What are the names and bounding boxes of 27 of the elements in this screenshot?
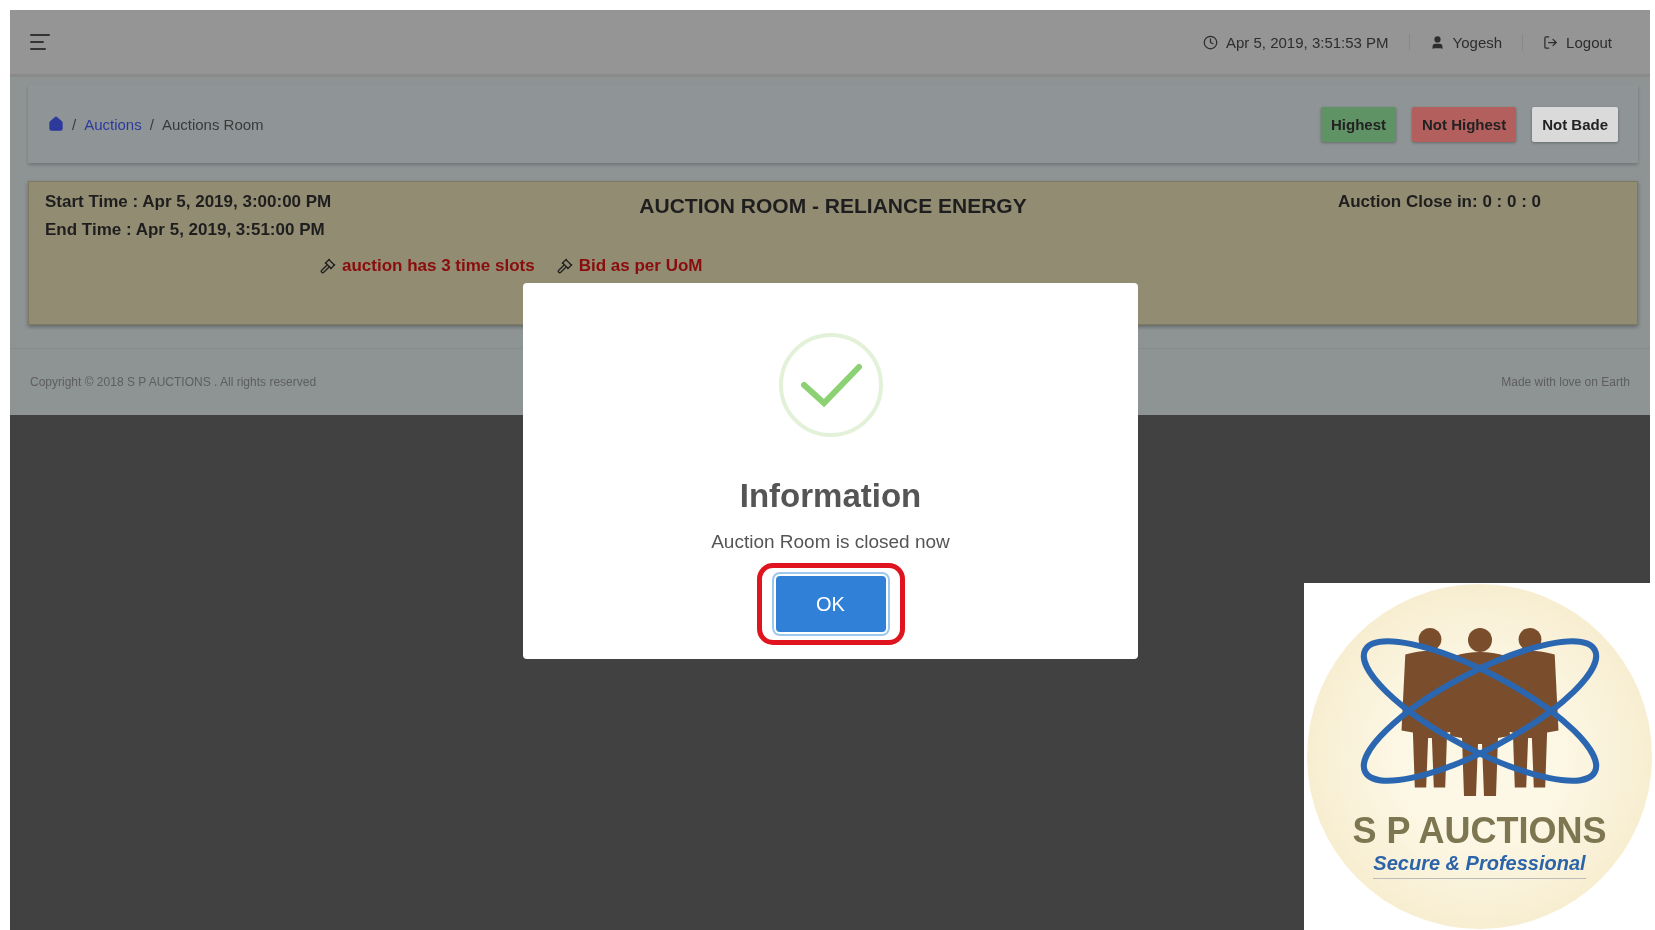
logo-name: S P AUCTIONS bbox=[1352, 810, 1607, 852]
legend-tag: Not Highest bbox=[1412, 106, 1517, 142]
user-name[interactable]: Yogesh bbox=[1452, 33, 1503, 51]
home-icon[interactable] bbox=[48, 116, 64, 132]
breadcrumb-separator: / bbox=[149, 115, 154, 133]
gavel-icon bbox=[556, 258, 573, 274]
date-time: Apr 5, 2019, 3:51:53 PM bbox=[1226, 33, 1389, 51]
gavel-icon bbox=[320, 258, 336, 274]
start-time: Start Time : Apr 5, 2019, 3:00:00 PM bbox=[45, 192, 333, 212]
logout-link[interactable]: Logout bbox=[1566, 33, 1612, 51]
dialog-title: Information bbox=[739, 477, 922, 515]
end-time: End Time : Apr 5, 2019, 3:51:00 PM bbox=[45, 220, 326, 240]
legend-tag: Highest bbox=[1320, 106, 1396, 142]
countdown: Auction Close in: 0 : 0 : 0 bbox=[1337, 192, 1541, 212]
check-icon bbox=[778, 333, 883, 437]
auction-title: AUCTION ROOM - RELIANCE ENERGY bbox=[639, 194, 1027, 218]
dialog-message: Auction Room is closed now bbox=[711, 531, 950, 553]
auction-note: auction has 3 time slots bbox=[342, 256, 535, 276]
breadcrumb-link[interactable]: Auctions bbox=[84, 115, 142, 133]
clock-icon bbox=[1203, 34, 1218, 50]
legend-tag: Not Bade bbox=[1532, 106, 1618, 142]
user-icon bbox=[1429, 34, 1445, 50]
breadcrumb-current: Auctions Room bbox=[161, 115, 264, 133]
auction-note: Bid as per UoM bbox=[578, 256, 703, 276]
breadcrumb-separator: / bbox=[72, 115, 77, 133]
logo-slogan: Secure & Professional bbox=[1373, 852, 1586, 879]
logout-icon[interactable] bbox=[1543, 34, 1559, 50]
